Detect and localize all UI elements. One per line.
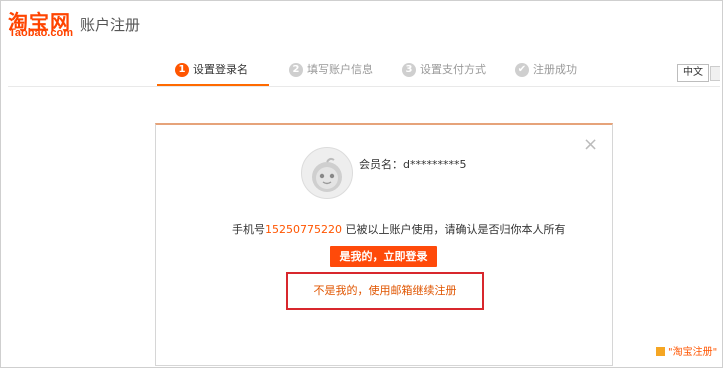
step-3: 3 设置支付方式 xyxy=(402,62,486,87)
member-name: 会员名：d*********5 xyxy=(359,156,466,172)
phone-suffix: 已被以上账户使用，请确认是否归你本人所有 xyxy=(341,223,566,236)
phone-prefix: 手机号 xyxy=(232,223,265,236)
member-name-value: d*********5 xyxy=(403,158,467,171)
close-icon[interactable]: × xyxy=(583,136,598,154)
register-with-email-link[interactable]: 不是我的，使用邮箱继续注册 xyxy=(286,272,484,310)
step-2: 2 填写账户信息 xyxy=(289,62,373,87)
member-name-label: 会员名： xyxy=(359,158,403,171)
language-select[interactable]: 中文 xyxy=(677,64,709,82)
step-1-label: 设置登录名 xyxy=(193,63,248,76)
steps-divider xyxy=(8,86,720,87)
step-2-number: 2 xyxy=(289,63,303,77)
page-title: 账户注册 xyxy=(80,16,141,34)
phone-message: 手机号15250775220 已被以上账户使用，请确认是否归你本人所有 xyxy=(232,221,565,237)
taobao-logo-en: Taobao.com xyxy=(9,27,73,39)
avatar xyxy=(301,147,353,199)
language-scroll-handle[interactable] xyxy=(710,66,720,81)
step-1-number: 1 xyxy=(175,63,189,77)
note-icon xyxy=(656,347,665,356)
taobao-register-note: "淘宝注册" xyxy=(656,343,717,358)
step-4-label: 注册成功 xyxy=(533,63,577,76)
step-2-label: 填写账户信息 xyxy=(307,63,373,76)
taobao-register-text: "淘宝注册" xyxy=(668,347,718,358)
phone-number: 15250775220 xyxy=(265,223,342,236)
mascot-icon xyxy=(312,157,342,192)
step-3-label: 设置支付方式 xyxy=(420,63,486,76)
step-4: ✔ 注册成功 xyxy=(515,62,577,87)
step-4-check-icon: ✔ xyxy=(515,63,529,77)
login-now-button[interactable]: 是我的，立即登录 xyxy=(330,246,437,267)
step-3-number: 3 xyxy=(402,63,416,77)
